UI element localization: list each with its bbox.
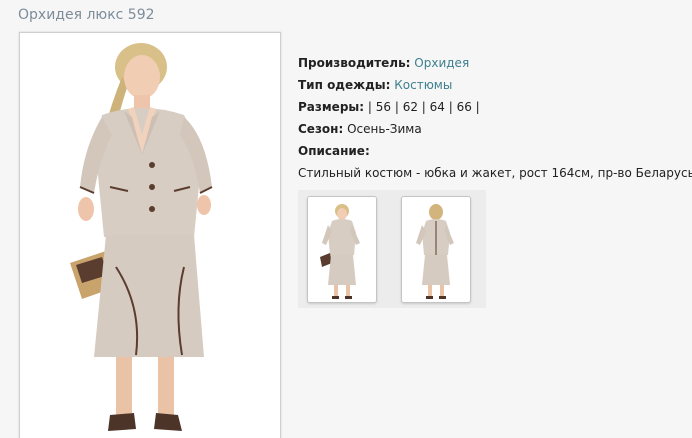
model-back-photo-icon bbox=[402, 197, 470, 302]
season-label: Сезон: bbox=[298, 122, 344, 136]
main-product-photo[interactable] bbox=[19, 32, 281, 438]
sizes-label: Размеры: bbox=[298, 100, 365, 114]
description-text: Стильный костюм - юбка и жакет, рост 164… bbox=[298, 166, 692, 180]
model-front-photo-icon bbox=[24, 37, 276, 438]
model-front-photo-icon bbox=[308, 197, 376, 302]
manufacturer-link[interactable]: Орхидея bbox=[414, 56, 469, 70]
product-details: Производитель: Орхидея Тип одежды: Костю… bbox=[298, 52, 692, 184]
type-link[interactable]: Костюмы bbox=[394, 78, 452, 92]
manufacturer-row: Производитель: Орхидея bbox=[298, 52, 692, 74]
thumbnail-front[interactable] bbox=[307, 196, 377, 303]
sizes-value: | 56 | 62 | 64 | 66 | bbox=[367, 100, 480, 114]
description-label: Описание: bbox=[298, 144, 370, 158]
season-row: Сезон: Осень-Зима bbox=[298, 118, 692, 140]
manufacturer-label: Производитель: bbox=[298, 56, 411, 70]
thumbnail-gallery bbox=[298, 190, 486, 308]
type-label: Тип одежды: bbox=[298, 78, 391, 92]
sizes-row: Размеры: | 56 | 62 | 64 | 66 | bbox=[298, 96, 692, 118]
season-value: Осень-Зима bbox=[347, 122, 422, 136]
description-row: Описание: bbox=[298, 140, 692, 162]
thumbnail-back[interactable] bbox=[401, 196, 471, 303]
type-row: Тип одежды: Костюмы bbox=[298, 74, 692, 96]
page-title: Орхидея люкс 592 bbox=[18, 7, 155, 23]
